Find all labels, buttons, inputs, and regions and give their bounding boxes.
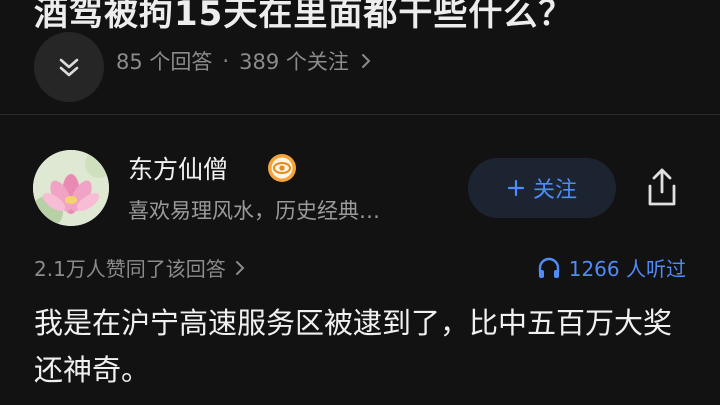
meta-separator: · (222, 49, 230, 73)
votes-text: 2.1万人赞同了该回答 (34, 257, 226, 281)
follow-button[interactable]: 关注 (468, 158, 616, 218)
listen-button[interactable]: 1266 人听过 (537, 253, 686, 282)
collapse-button[interactable] (34, 32, 104, 102)
lotus-avatar-image (33, 150, 109, 226)
plus-icon (507, 179, 525, 197)
section-divider (0, 114, 720, 115)
author-name[interactable]: 东方仙僧 (128, 150, 228, 186)
listeners-text: 1266 人听过 (568, 257, 686, 281)
chevron-right-icon (235, 260, 245, 275)
author-bio: 喜欢易理风水，历史经典… (128, 199, 380, 223)
headphones-icon (538, 257, 559, 278)
chevron-down-icon (59, 58, 79, 77)
answer-content[interactable]: 我是在沪宁高速服务区被逮到了，比中五百万大奖还神奇。 (34, 300, 684, 394)
verified-badge-icon (268, 154, 296, 182)
question-title[interactable]: 酒驾被拘15天在里面都干些什么？ (34, 0, 573, 35)
chevron-right-icon (361, 54, 371, 68)
vote-summary[interactable]: 2.1万人赞同了该回答 (34, 253, 246, 282)
answer-count: 85 个回答 (116, 50, 213, 74)
follow-label: 关注 (532, 178, 577, 203)
follower-count: 389 个关注 (239, 50, 349, 74)
author-avatar[interactable] (33, 150, 109, 226)
share-icon[interactable] (642, 166, 682, 210)
question-meta[interactable]: 85 个回答 · 389 个关注 (116, 46, 373, 76)
